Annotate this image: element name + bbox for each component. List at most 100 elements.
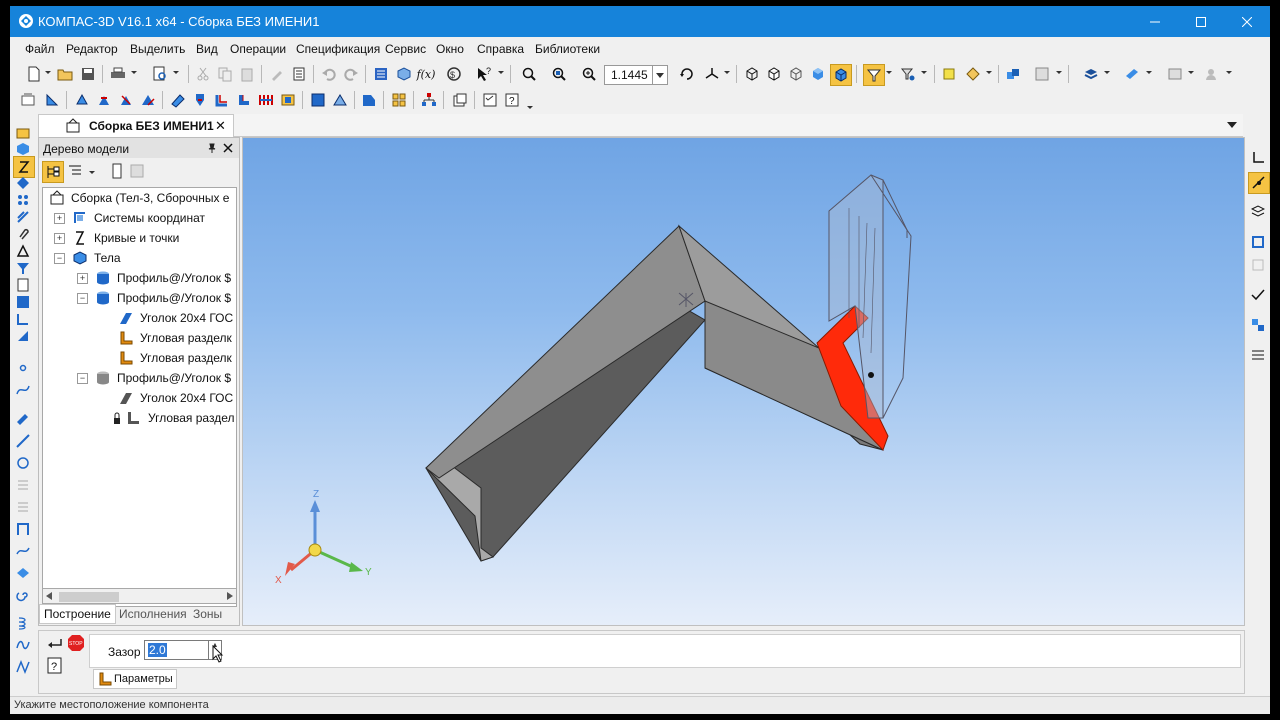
shaded-edges-icon[interactable] [830,64,852,86]
tab-assembly-document[interactable]: Сборка БЕЗ ИМЕНИ1 ✕ [38,114,234,137]
scroll-thumb[interactable] [59,592,119,602]
library-manager-icon[interactable] [1165,64,1185,84]
snap-icon[interactable] [1248,172,1270,194]
copy-geometry-icon[interactable] [450,90,470,110]
tab-list-chevron-icon[interactable] [1227,122,1237,128]
list-settings-icon[interactable] [1248,345,1268,365]
expand-tree-icon[interactable] [109,163,127,181]
bracket-icon[interactable] [13,519,33,539]
plane-icon[interactable] [308,90,328,110]
menu-operations[interactable]: Операции [230,42,286,56]
check-edit-icon[interactable] [1248,285,1268,305]
filter-objects-icon[interactable] [898,64,918,84]
sketch-icon[interactable] [939,64,959,84]
tree-display-mode-icon[interactable] [67,163,85,181]
help-book-icon[interactable]: ? [502,90,522,110]
expand-plus-icon[interactable]: + [54,213,65,224]
sweep-icon[interactable] [116,90,136,110]
paste-icon[interactable] [237,64,257,84]
collapse-minus-icon[interactable]: − [77,293,88,304]
format-brush-icon[interactable] [267,64,287,84]
close-panel-icon[interactable] [223,143,233,153]
stop-icon[interactable]: STOP [67,634,85,655]
cut-extrude-icon[interactable] [168,90,188,110]
checklist-icon[interactable] [480,90,500,110]
tab-build[interactable]: Построение [39,604,116,624]
model-viewport[interactable]: Z Y X [242,137,1245,626]
sketch-edit-icon[interactable] [13,409,33,429]
menu-select[interactable]: Выделить [130,42,185,56]
redo-icon[interactable] [341,64,361,84]
help-cursor-icon[interactable]: ? [474,64,494,84]
circle-icon[interactable] [13,453,33,473]
layers-icon[interactable] [1081,64,1101,84]
scroll-right-icon[interactable] [227,592,233,600]
surface-patch-icon[interactable] [13,563,33,583]
rib-icon[interactable] [256,90,276,110]
shaded-icon[interactable] [808,64,828,84]
component-place-icon[interactable] [963,64,983,84]
tree-structure-icon[interactable] [419,90,439,110]
close-window-button[interactable] [1224,6,1270,37]
minimize-button[interactable] [1132,6,1178,37]
curve-through-points-icon[interactable] [13,541,33,561]
expand-plus-icon[interactable]: + [54,233,65,244]
variables-fx-icon[interactable]: f(x) [416,64,436,84]
tab-zones[interactable]: Зоны [193,607,222,621]
create-object-icon[interactable] [47,637,63,654]
hidden-lines-icon[interactable] [764,64,784,84]
tab-versions[interactable]: Исполнения [119,607,187,621]
wireframe-icon[interactable] [742,64,762,84]
zoom-fit-icon[interactable] [549,64,569,84]
menu-libraries[interactable]: Библиотеки [535,42,600,56]
new-document-icon[interactable] [24,64,44,84]
menu-editor[interactable]: Редактор [66,42,118,56]
copy-icon[interactable] [215,64,235,84]
spiral-icon[interactable] [13,585,33,605]
measure-icon[interactable]: $ [444,64,464,84]
line-icon[interactable] [13,431,33,451]
menu-specification[interactable]: Спецификация [296,42,380,56]
parts-icon[interactable] [394,64,414,84]
extrude-icon[interactable] [72,90,92,110]
users-icon[interactable] [1203,64,1223,84]
preview-icon[interactable] [150,64,170,84]
axis-icon[interactable] [330,90,350,110]
edit-panel-icon[interactable] [13,326,33,346]
menu-service[interactable]: Сервис [385,42,426,56]
edit-assembly-icon[interactable] [42,90,62,110]
mirror-icon[interactable] [359,90,379,110]
open-folder-icon[interactable] [55,64,75,84]
maximize-button[interactable] [1178,6,1224,37]
save-icon[interactable] [78,64,98,84]
menu-window[interactable]: Окно [436,42,464,56]
collapse-minus-icon[interactable]: − [77,373,88,384]
menu-view[interactable]: Вид [196,42,218,56]
expand-plus-icon[interactable]: + [77,273,88,284]
zoom-scale-combobox[interactable]: 1.1445 [604,65,668,85]
hidden-thin-icon[interactable] [786,64,806,84]
zoom-window-icon[interactable] [519,64,539,84]
properties-list-icon[interactable] [289,64,309,84]
angle-profile-3d[interactable] [425,174,912,562]
section-icon[interactable] [1122,64,1142,84]
close-tab-icon[interactable]: ✕ [215,118,226,134]
tree-horizontal-scrollbar[interactable] [42,588,237,604]
chevron-down-icon[interactable] [652,66,667,84]
filter-selection-icon[interactable] [863,64,885,86]
layers-stack-icon[interactable] [1248,202,1268,222]
revolve-icon[interactable] [94,90,114,110]
gap-input[interactable]: 2.0 ▲▼ [144,640,222,660]
tree-structure-view-button[interactable] [42,161,64,183]
orientation-icon[interactable] [702,64,722,84]
wave-icon[interactable] [13,635,33,655]
menu-file[interactable]: Файл [25,42,55,56]
fillet-icon[interactable] [212,90,232,110]
scroll-left-icon[interactable] [46,592,52,600]
pattern-icon[interactable] [389,90,409,110]
coordinate-system-icon[interactable] [1248,148,1268,168]
spring-icon[interactable] [13,613,33,633]
assembly-view-icon[interactable] [1003,64,1023,84]
assembly-toolbar-icon[interactable] [18,90,38,110]
zoom-in-icon[interactable] [579,64,599,84]
